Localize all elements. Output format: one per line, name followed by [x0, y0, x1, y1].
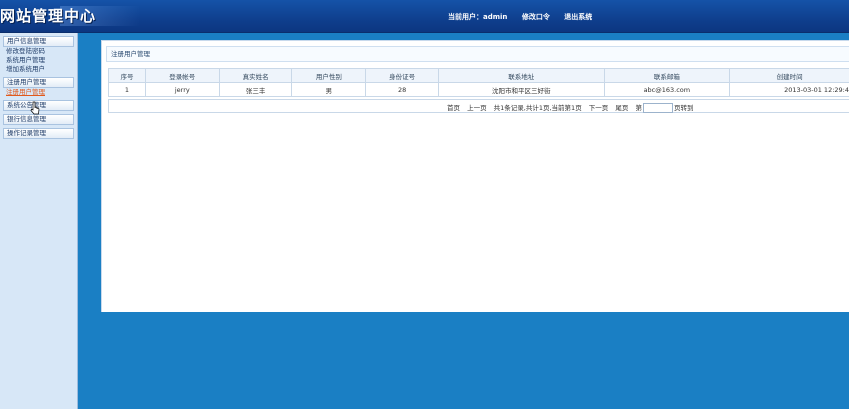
col-header: 身份证号 [365, 68, 440, 83]
sidebar-group-user-info[interactable]: 用户信息管理 [3, 36, 74, 47]
table-row[interactable]: 1 jerry 张三丰 男 28 沈阳市和平区三好街 abc@163.com 2… [108, 82, 849, 97]
sidebar-group-registered-users[interactable]: 注册用户管理 [3, 77, 74, 88]
main-panel: 注册用户管理 序号 登录帐号 真实姓名 用户性别 身份证号 联系地址 联系邮箱 … [101, 40, 849, 312]
table-header-row: 序号 登录帐号 真实姓名 用户性别 身份证号 联系地址 联系邮箱 创建时间 [108, 68, 849, 83]
panel-title: 注册用户管理 [106, 46, 849, 62]
change-password-link[interactable]: 修改口令 [522, 13, 550, 21]
col-header: 联系地址 [438, 68, 605, 83]
col-header: 联系邮箱 [603, 68, 731, 83]
prev-page-link[interactable]: 上一页 [467, 104, 487, 112]
cell-id-number: 28 [365, 82, 440, 97]
sidebar-item-change-password[interactable]: 修改登陆密码 [0, 47, 77, 56]
page-number-input[interactable] [642, 103, 673, 113]
logout-link[interactable]: 退出系统 [564, 13, 592, 21]
col-header: 真实姓名 [218, 68, 293, 83]
cell-index: 1 [108, 82, 146, 97]
sidebar-item-registered-users[interactable]: 注册用户管理 [0, 88, 77, 97]
col-header: 创建时间 [729, 68, 849, 83]
mouse-cursor-icon [30, 101, 40, 115]
col-header: 登录帐号 [144, 68, 220, 83]
goto-button[interactable]: 转到 [680, 104, 693, 112]
col-header: 用户性别 [291, 68, 367, 83]
cell-email: abc@163.com [603, 82, 731, 97]
last-page-link[interactable]: 尾页 [615, 104, 628, 112]
top-nav: 当前用户：admin 修改口令 退出系统 [448, 12, 604, 22]
site-logo: 网站管理中心 [0, 7, 97, 25]
cell-real-name: 张三丰 [218, 82, 293, 97]
users-table: 序号 登录帐号 真实姓名 用户性别 身份证号 联系地址 联系邮箱 创建时间 1 … [108, 68, 849, 97]
sidebar-group-operation-log[interactable]: 操作记录管理 [3, 128, 74, 139]
col-header: 序号 [108, 68, 146, 83]
current-user-label: 当前用户：admin [448, 13, 508, 21]
cell-account: jerry [144, 82, 220, 97]
cell-address: 沈阳市和平区三好街 [438, 82, 605, 97]
first-page-link[interactable]: 首页 [447, 104, 460, 112]
next-page-link[interactable]: 下一页 [589, 104, 609, 112]
goto-prefix: 第 [635, 104, 642, 112]
top-header: 网站管理中心 当前用户：admin 修改口令 退出系统 [0, 0, 849, 33]
pagination-bar: 首页 上一页 共1条记录,共计1页,当前第1页 下一页 尾页 第页转到 [108, 99, 849, 113]
pagination-summary: 共1条记录,共计1页,当前第1页 [493, 104, 582, 112]
sidebar-item-add-system-user[interactable]: 增加系统用户 [0, 65, 77, 74]
cell-created-time: 2013-03-01 12:29:4 [729, 82, 849, 97]
cell-gender: 男 [291, 82, 367, 97]
sidebar: 用户信息管理 修改登陆密码 系统用户管理 增加系统用户 注册用户管理 注册用户管… [0, 33, 78, 409]
sidebar-group-bank-info[interactable]: 银行信息管理 [3, 114, 74, 125]
sidebar-item-system-users[interactable]: 系统用户管理 [0, 56, 77, 65]
